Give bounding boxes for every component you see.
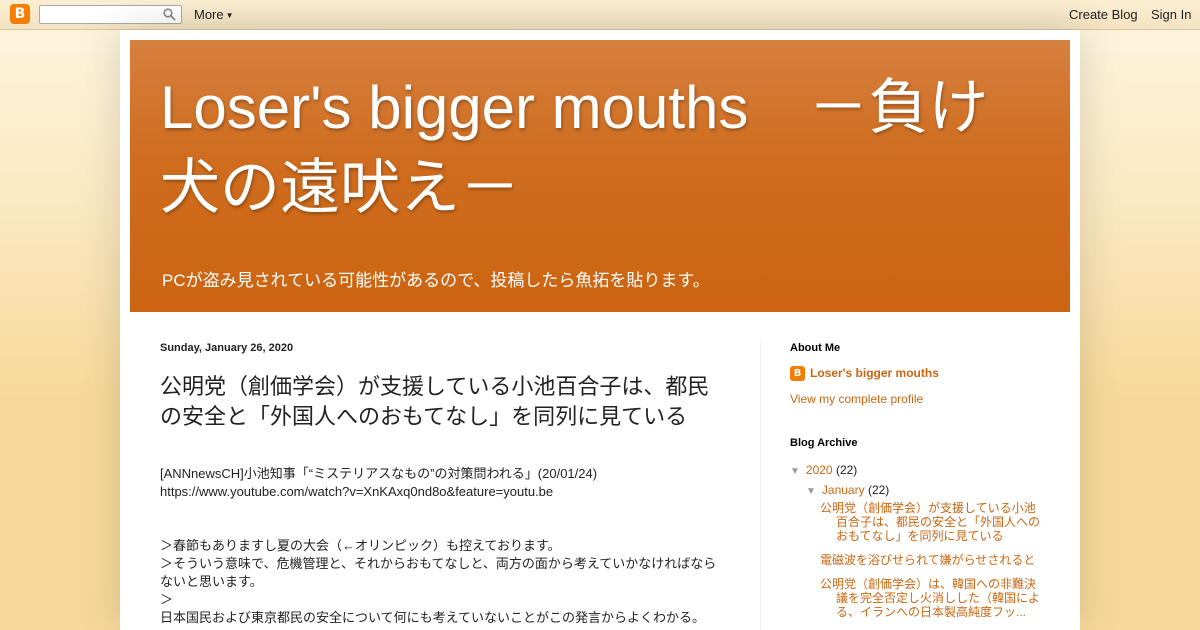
view-profile-link[interactable]: View my complete profile bbox=[790, 392, 923, 406]
caret-down-icon: ▼ bbox=[225, 11, 234, 20]
more-label: More bbox=[194, 7, 224, 22]
post-line: ＞そういう意味で、危機管理と、それからおもてなしと、両方の面から考えていかなけれ… bbox=[160, 556, 717, 589]
triangle-down-icon[interactable]: ▼ bbox=[806, 486, 816, 497]
navbar: B More ▼ Create Blog Sign In bbox=[0, 0, 1200, 30]
post-link[interactable]: https://www.youtube.com/watch?v=XnKAxq0n… bbox=[160, 483, 725, 501]
blogger-logo-icon[interactable]: B bbox=[10, 4, 30, 24]
archive-year-item[interactable]: ▼ 2020 (22) bbox=[790, 463, 857, 477]
blog-title[interactable]: Loser's bigger mouths －負け犬の遠吠え－ bbox=[160, 68, 1030, 228]
about-heading: About Me bbox=[790, 342, 841, 354]
create-blog-link[interactable]: Create Blog bbox=[1069, 7, 1138, 22]
triangle-down-icon[interactable]: ▼ bbox=[790, 466, 800, 477]
column-divider bbox=[760, 342, 761, 630]
profile-name-link[interactable]: Loser's bigger mouths bbox=[810, 366, 939, 380]
sign-in-link[interactable]: Sign In bbox=[1151, 7, 1191, 22]
search-icon[interactable] bbox=[163, 8, 176, 21]
post-line: [ANNnewsCH]小池知事「“ミステリアスなもの”の対策問われる」(20/0… bbox=[160, 466, 598, 481]
post-line: ＞春節もありますし夏の大会（←オリンピック）も控えております。 bbox=[160, 538, 561, 553]
archive-year-link[interactable]: 2020 bbox=[806, 463, 833, 477]
post-date: Sunday, January 26, 2020 bbox=[160, 342, 294, 354]
blog-header: Loser's bigger mouths －負け犬の遠吠え－ PCが盗み見され… bbox=[130, 40, 1070, 312]
post-line: 日本国民および東京都民の安全について何にも考えていないことがこの発言からよくわか… bbox=[160, 610, 705, 625]
content-outer: Loser's bigger mouths －負け犬の遠吠え－ PCが盗み見され… bbox=[120, 30, 1080, 630]
archive-month-link[interactable]: January bbox=[822, 483, 865, 497]
more-menu[interactable]: More ▼ bbox=[194, 7, 234, 22]
archive-post-list: 公明党（創価学会）が支援している小池百合子は、都民の安全と「外国人へのおもてなし… bbox=[820, 501, 1045, 629]
blog-description: PCが盗み見されている可能性があるので、投稿したら魚拓を貼ります。 bbox=[162, 271, 710, 290]
blogger-profile-icon: B bbox=[790, 366, 805, 381]
profile-icon-letter: B bbox=[793, 368, 802, 379]
blogger-logo-letter: B bbox=[14, 6, 26, 22]
archive-year-count: (22) bbox=[835, 463, 858, 477]
archive-post-link[interactable]: 公明党（創価学会）が支援している小池百合子は、都民の安全と「外国人へのおもてなし… bbox=[820, 501, 1045, 543]
archive-post-link[interactable]: 公明党（創価学会）は、韓国への非難決議を完全否定し火消しした（韓国による、イラン… bbox=[820, 577, 1045, 619]
post-title[interactable]: 公明党（創価学会）が支援している小池百合子は、都民の安全と「外国人へのおもてなし… bbox=[160, 372, 725, 432]
archive-month-count: (22) bbox=[867, 483, 890, 497]
post-line: ＞ bbox=[160, 592, 174, 607]
post-body: [ANNnewsCH]小池知事「“ミステリアスなもの”の対策問われる」(20/0… bbox=[160, 465, 725, 627]
archive-month-item[interactable]: ▼ January (22) bbox=[806, 483, 889, 497]
archive-heading: Blog Archive bbox=[790, 437, 858, 449]
archive-post-link[interactable]: 電磁波を浴びせられて嫌がらせされると bbox=[820, 553, 1045, 567]
search-input[interactable] bbox=[39, 5, 182, 24]
